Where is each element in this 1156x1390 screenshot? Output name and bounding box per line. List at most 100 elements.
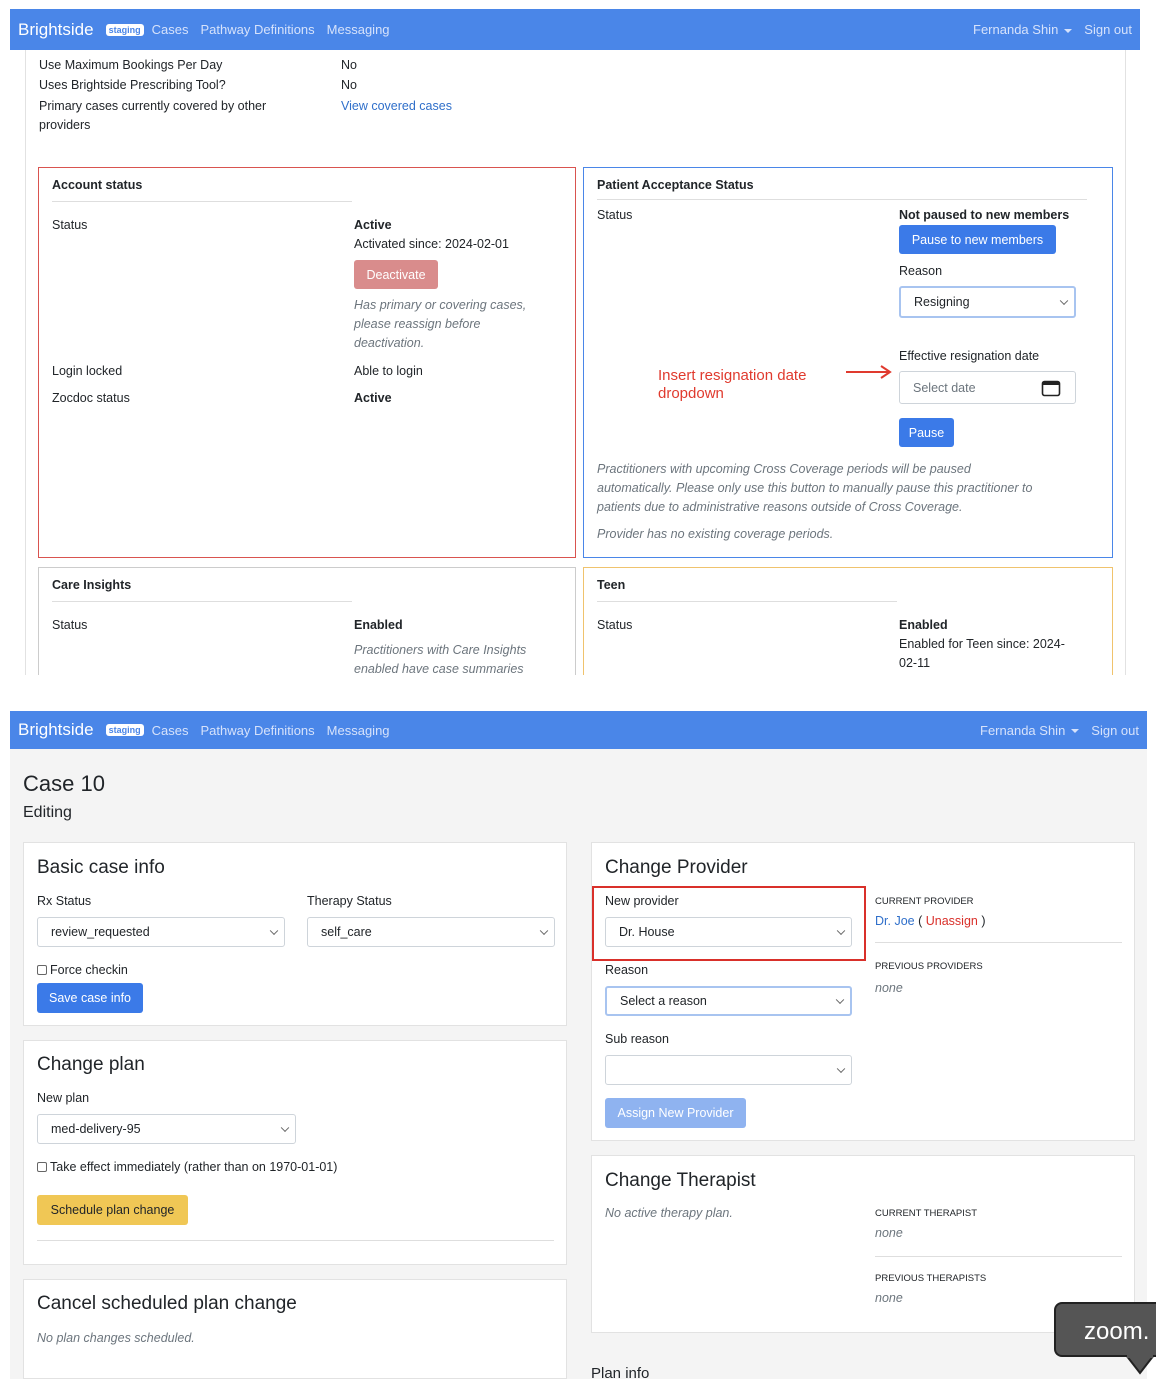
save-case-info-button[interactable]: Save case info bbox=[37, 983, 143, 1013]
therapy-status-value: self_care bbox=[321, 925, 372, 939]
take-effect-checkbox[interactable] bbox=[37, 1162, 47, 1172]
new-plan-select[interactable]: med-delivery-95 bbox=[37, 1114, 296, 1144]
change-provider-panel: Change Provider New provider Dr. House R… bbox=[591, 842, 1135, 1141]
status-label: Status bbox=[597, 208, 633, 222]
resignation-date-label: Effective resignation date bbox=[899, 349, 1040, 363]
status-label: Status bbox=[597, 618, 633, 632]
rx-status-select[interactable]: review_requested bbox=[37, 917, 285, 947]
covered-cases-label-line1: Primary cases currently covered by other bbox=[39, 99, 267, 113]
page-title: Case 10 bbox=[23, 771, 105, 796]
unassign-link[interactable]: Unassign bbox=[926, 914, 978, 928]
user-name: Fernanda Shin bbox=[973, 22, 1059, 37]
open-paren: ( bbox=[918, 914, 923, 928]
brand-logo[interactable]: Brightside bbox=[18, 20, 94, 40]
previous-therapists-value: none bbox=[875, 1291, 903, 1305]
user-menu[interactable]: Fernanda Shin bbox=[973, 22, 1073, 37]
provider-divider bbox=[875, 942, 1122, 943]
nav-cases[interactable]: Cases bbox=[152, 22, 189, 37]
take-effect-label: Take effect immediately (rather than on … bbox=[50, 1160, 338, 1174]
sign-out-link[interactable]: Sign out bbox=[1091, 723, 1139, 738]
screenshot-top: Brightside staging Cases Pathway Definit… bbox=[10, 9, 1140, 675]
take-effect-row[interactable]: Take effect immediately (rather than on … bbox=[37, 1160, 337, 1174]
card-divider bbox=[597, 601, 897, 602]
schedule-plan-change-button[interactable]: Schedule plan change bbox=[37, 1195, 188, 1225]
teen-card: Teen Status Enabled Enabled for Teen sin… bbox=[583, 567, 1113, 675]
resignation-date-input[interactable]: Select date bbox=[899, 371, 1076, 404]
prescribing-label: Uses Brightside Prescribing Tool? bbox=[39, 78, 226, 92]
no-therapy-plan-note: No active therapy plan. bbox=[605, 1206, 733, 1220]
brand-logo[interactable]: Brightside bbox=[18, 720, 94, 740]
nav-messaging[interactable]: Messaging bbox=[327, 723, 390, 738]
new-plan-label: New plan bbox=[37, 1091, 90, 1105]
nav-cases[interactable]: Cases bbox=[152, 723, 189, 738]
patient-acceptance-title: Patient Acceptance Status bbox=[597, 178, 754, 192]
no-plan-changes-note: No plan changes scheduled. bbox=[37, 1331, 195, 1345]
cross-coverage-note-line2: automatically. Please only use this butt… bbox=[597, 481, 1033, 495]
calendar-icon[interactable] bbox=[1041, 379, 1061, 397]
navbar: Brightside staging Cases Pathway Definit… bbox=[10, 9, 1140, 50]
patient-acceptance-card: Patient Acceptance Status Status Not pau… bbox=[583, 167, 1113, 558]
reason-label: Reason bbox=[899, 264, 943, 278]
chevron-down-icon bbox=[280, 1123, 290, 1133]
sub-reason-label: Sub reason bbox=[605, 1032, 669, 1046]
change-therapist-panel: Change Therapist No active therapy plan.… bbox=[591, 1155, 1135, 1333]
assign-new-provider-button[interactable]: Assign New Provider bbox=[605, 1098, 746, 1128]
nav-pathway-definitions[interactable]: Pathway Definitions bbox=[200, 22, 314, 37]
resignation-date-placeholder: Select date bbox=[913, 380, 976, 395]
zocdoc-value: Active bbox=[354, 391, 392, 405]
login-locked-value: Able to login bbox=[354, 364, 423, 378]
view-covered-cases-link[interactable]: View covered cases bbox=[341, 99, 452, 113]
zoom-tooltip-text: zoom. bbox=[1084, 1318, 1150, 1345]
teen-title: Teen bbox=[597, 578, 626, 592]
reason-select[interactable]: Resigning bbox=[899, 286, 1076, 318]
teen-since-line1: Enabled for Teen since: 2024- bbox=[899, 637, 1065, 651]
sub-reason-select[interactable] bbox=[605, 1055, 852, 1085]
zoom-tooltip: zoom. bbox=[1054, 1302, 1156, 1357]
chevron-down-icon bbox=[539, 926, 549, 936]
user-menu[interactable]: Fernanda Shin bbox=[980, 723, 1080, 738]
cross-coverage-note-line1: Practitioners with upcoming Cross Covera… bbox=[597, 462, 971, 476]
env-badge: staging bbox=[105, 23, 144, 36]
care-insights-note-line1: Practitioners with Care Insights bbox=[354, 643, 527, 657]
chevron-down-icon bbox=[1059, 296, 1069, 306]
login-locked-label: Login locked bbox=[52, 364, 123, 378]
change-therapist-title: Change Therapist bbox=[605, 1170, 756, 1191]
covered-cases-label-line2: providers bbox=[39, 118, 91, 132]
change-provider-title: Change Provider bbox=[605, 857, 748, 878]
navbar: Brightside staging Cases Pathway Definit… bbox=[10, 711, 1147, 749]
care-insights-card: Care Insights Status Enabled Practitione… bbox=[38, 567, 576, 675]
reason-select[interactable]: Select a reason bbox=[605, 986, 852, 1016]
close-paren: ) bbox=[981, 914, 986, 928]
current-provider-link[interactable]: Dr. Joe bbox=[875, 914, 915, 928]
max-bookings-label: Use Maximum Bookings Per Day bbox=[39, 58, 223, 72]
current-therapist-label: Current therapist bbox=[875, 1208, 978, 1219]
caret-down-icon bbox=[1071, 729, 1080, 734]
therapy-status-select[interactable]: self_care bbox=[307, 917, 555, 947]
change-plan-title: Change plan bbox=[37, 1054, 145, 1075]
pause-button[interactable]: Pause bbox=[899, 418, 954, 447]
highlight-box bbox=[592, 886, 866, 961]
status-label: Status bbox=[52, 618, 88, 632]
pause-status-value: Not paused to new members bbox=[899, 208, 1070, 222]
reason-selected-value: Resigning bbox=[914, 295, 970, 309]
sign-out-link[interactable]: Sign out bbox=[1084, 22, 1132, 37]
new-plan-value: med-delivery-95 bbox=[51, 1122, 141, 1136]
nav-pathway-definitions[interactable]: Pathway Definitions bbox=[200, 723, 314, 738]
deactivate-button[interactable]: Deactivate bbox=[354, 260, 438, 289]
basic-case-info-title: Basic case info bbox=[37, 857, 165, 878]
current-therapist-value: none bbox=[875, 1226, 903, 1240]
tooltip-pointer-icon bbox=[1124, 1355, 1156, 1375]
card-divider bbox=[597, 199, 1087, 200]
container-edge-right bbox=[1125, 50, 1126, 675]
rx-status-label: Rx Status bbox=[37, 894, 92, 908]
coverage-periods-note: Provider has no existing coverage period… bbox=[597, 527, 834, 541]
card-divider bbox=[52, 601, 352, 602]
force-checkin-row[interactable]: Force checkin bbox=[37, 963, 128, 977]
prescribing-value: No bbox=[341, 78, 357, 92]
reason-label: Reason bbox=[605, 963, 649, 977]
annotation-text-line1: Insert resignation date bbox=[658, 367, 807, 384]
current-provider-label: Current provider bbox=[875, 896, 974, 907]
pause-to-new-members-button[interactable]: Pause to new members bbox=[899, 225, 1056, 254]
force-checkin-checkbox[interactable] bbox=[37, 965, 47, 975]
nav-messaging[interactable]: Messaging bbox=[327, 22, 390, 37]
